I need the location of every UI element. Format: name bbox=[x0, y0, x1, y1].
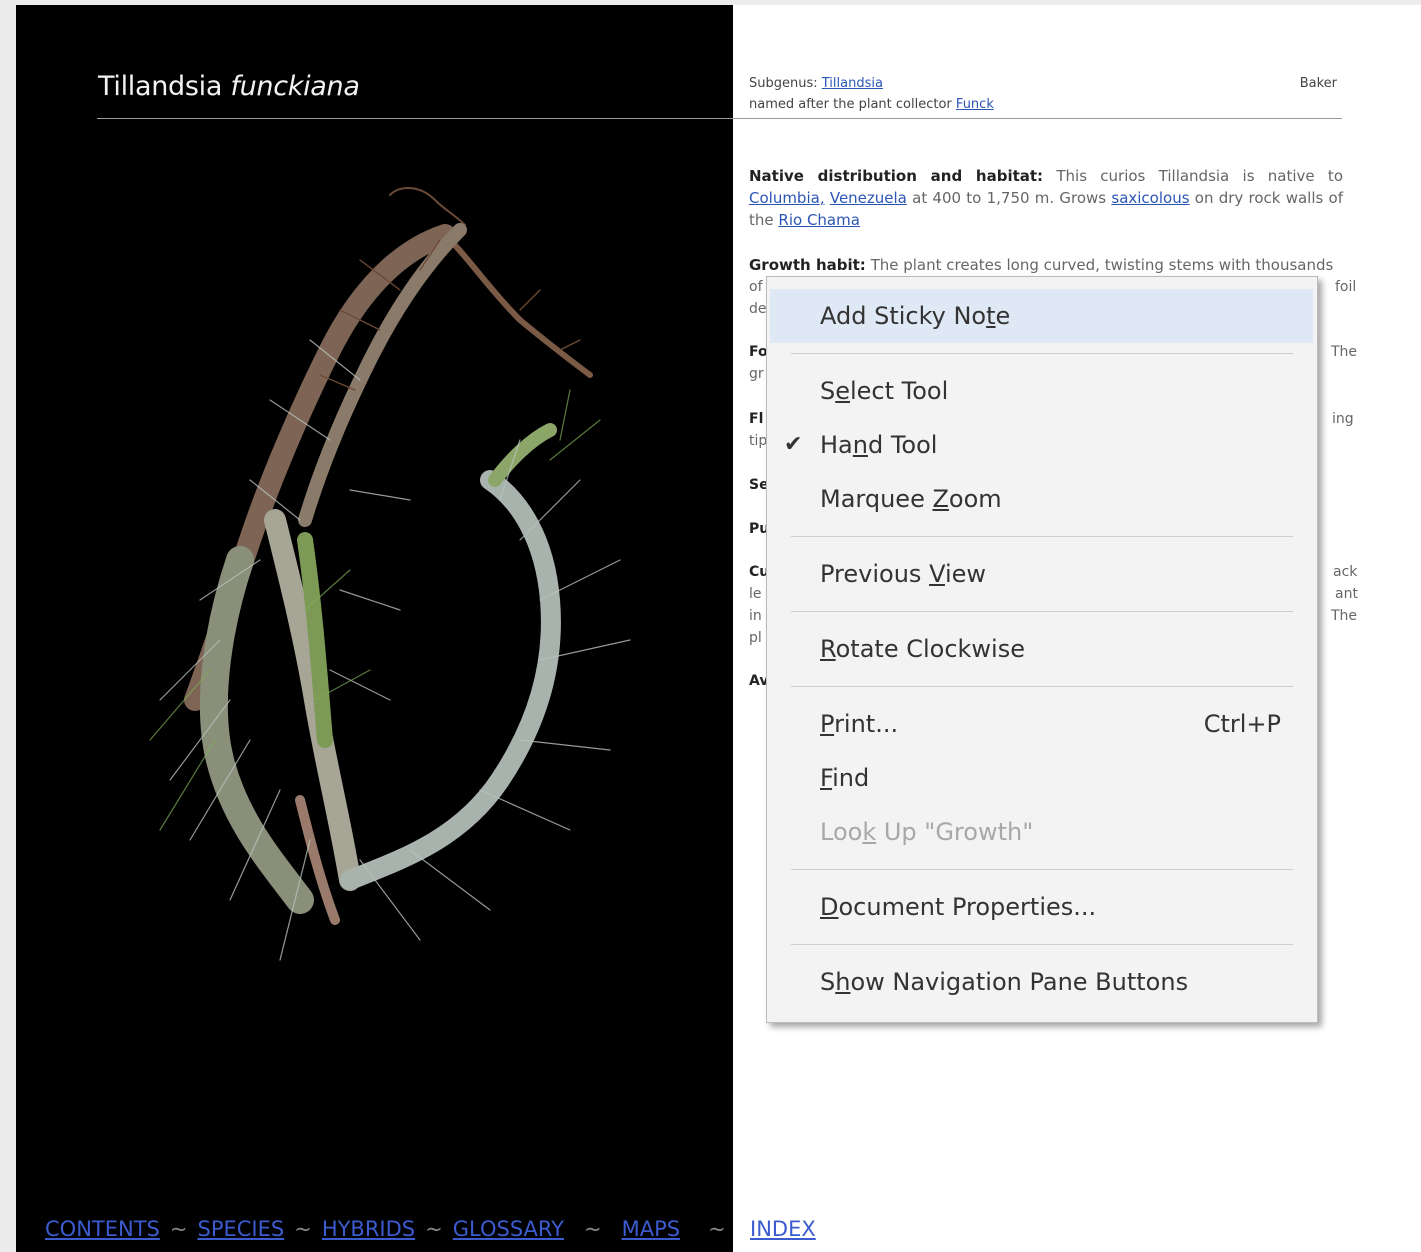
text-fragment: The bbox=[1331, 608, 1358, 624]
menu-separator bbox=[791, 353, 1293, 354]
text-fragment: tip bbox=[749, 433, 768, 449]
venezuela-link[interactable]: Venezuela bbox=[830, 189, 907, 207]
text-fragment: gr bbox=[749, 366, 764, 382]
photo-panel: Tillandsia funckiana bbox=[16, 5, 733, 1252]
subgenus-label: Subgenus: bbox=[749, 76, 818, 91]
text-fragment: pl bbox=[749, 630, 762, 646]
named-after-text: named after the plant collector bbox=[749, 97, 952, 112]
nav-separator: ~ bbox=[294, 1217, 312, 1241]
rio-chama-link[interactable]: Rio Chama bbox=[778, 211, 860, 229]
nav-index-link[interactable]: INDEX bbox=[750, 1217, 816, 1241]
native-distribution-paragraph: Native distribution and habitat: This cu… bbox=[749, 165, 1343, 231]
print-shortcut: Ctrl+P bbox=[1203, 710, 1281, 738]
native-text: This curios Tillandsia is native to bbox=[1056, 167, 1343, 185]
checkmark-icon: ✔ bbox=[784, 432, 803, 457]
growth-habit-paragraph: Growth habit: The plant creates long cur… bbox=[749, 254, 1343, 276]
nav-separator: ~ bbox=[583, 1217, 602, 1241]
menu-item-look-up: Look Up "Growth" bbox=[820, 818, 1034, 846]
menu-separator bbox=[791, 944, 1293, 945]
menu-item-marquee-zoom[interactable]: Marquee Zoom bbox=[770, 472, 1313, 526]
plant-photo bbox=[149, 187, 631, 961]
nav-separator: ~ bbox=[425, 1217, 443, 1241]
menu-item-previous-view[interactable]: Previous View bbox=[770, 547, 1313, 601]
columbia-link[interactable]: Columbia, bbox=[749, 189, 825, 207]
text-fragment: in bbox=[749, 608, 762, 624]
text-fragment: The bbox=[1331, 344, 1358, 360]
saxicolous-link[interactable]: saxicolous bbox=[1111, 189, 1189, 207]
page-title: Tillandsia funckiana bbox=[98, 71, 360, 102]
text-fragment: Fl bbox=[749, 411, 764, 427]
text-fragment: ing bbox=[1332, 411, 1354, 427]
nav-glossary-link[interactable]: GLOSSARY bbox=[453, 1217, 564, 1241]
menu-separator bbox=[791, 869, 1293, 870]
native-label: Native distribution and habitat: bbox=[749, 167, 1044, 185]
text-fragment: de bbox=[749, 301, 767, 317]
nav-separator: ~ bbox=[169, 1217, 188, 1241]
text-fragment: ack bbox=[1333, 564, 1358, 580]
menu-item-rotate-clockwise[interactable]: Rotate Clockwise bbox=[770, 622, 1313, 676]
nav-species-link[interactable]: SPECIES bbox=[197, 1217, 284, 1241]
text-fragment: le bbox=[749, 586, 762, 602]
growth-text: The plant creates long curved, twisting … bbox=[870, 256, 1334, 274]
menu-item-select-tool[interactable]: Select Tool bbox=[770, 364, 1313, 418]
title-divider bbox=[97, 118, 1342, 119]
menu-separator bbox=[791, 536, 1293, 537]
growth-label: Growth habit: bbox=[749, 256, 866, 274]
nav-separator: ~ bbox=[708, 1217, 726, 1241]
menu-separator bbox=[791, 686, 1293, 687]
menu-item-document-properties[interactable]: Document Properties... bbox=[770, 880, 1313, 934]
menu-separator bbox=[791, 611, 1293, 612]
collector-link[interactable]: Funck bbox=[956, 97, 994, 112]
author-name: Baker bbox=[1299, 76, 1337, 91]
nav-contents-link[interactable]: CONTENTS bbox=[45, 1217, 160, 1241]
title-species: funckiana bbox=[230, 71, 360, 102]
subgenus-link[interactable]: Tillandsia bbox=[822, 76, 883, 91]
menu-item-show-navigation-pane-buttons[interactable]: Show Navigation Pane Buttons bbox=[770, 955, 1313, 1009]
menu-item-add-sticky-note[interactable]: Add Sticky Note bbox=[770, 289, 1313, 343]
context-menu: Add Sticky Note Select Tool ✔ Hand Tool … bbox=[766, 276, 1318, 1023]
nav-hybrids-link[interactable]: HYBRIDS bbox=[322, 1217, 415, 1241]
text-fragment: of bbox=[749, 279, 763, 295]
title-genus: Tillandsia bbox=[98, 71, 223, 102]
menu-item-hand-tool[interactable]: ✔ Hand Tool bbox=[770, 418, 1313, 472]
nav-maps-link[interactable]: MAPS bbox=[622, 1217, 680, 1241]
menu-item-print[interactable]: Print... Ctrl+P bbox=[770, 697, 1313, 751]
footer-navigation: CONTENTS ~ SPECIES ~ HYBRIDS ~ GLOSSARY ~ MAPS ~ … bbox=[45, 1217, 816, 1241]
text-fragment: ant bbox=[1335, 586, 1358, 602]
native-text: at 400 to 1,750 m. Grows bbox=[912, 189, 1107, 207]
text-fragment: foil bbox=[1335, 279, 1357, 295]
text-fragment: Fo bbox=[749, 344, 768, 360]
menu-item-find[interactable]: Find bbox=[770, 751, 1313, 805]
taxonomy-header: Subgenus: Tillandsia named after the pla… bbox=[749, 73, 1341, 115]
